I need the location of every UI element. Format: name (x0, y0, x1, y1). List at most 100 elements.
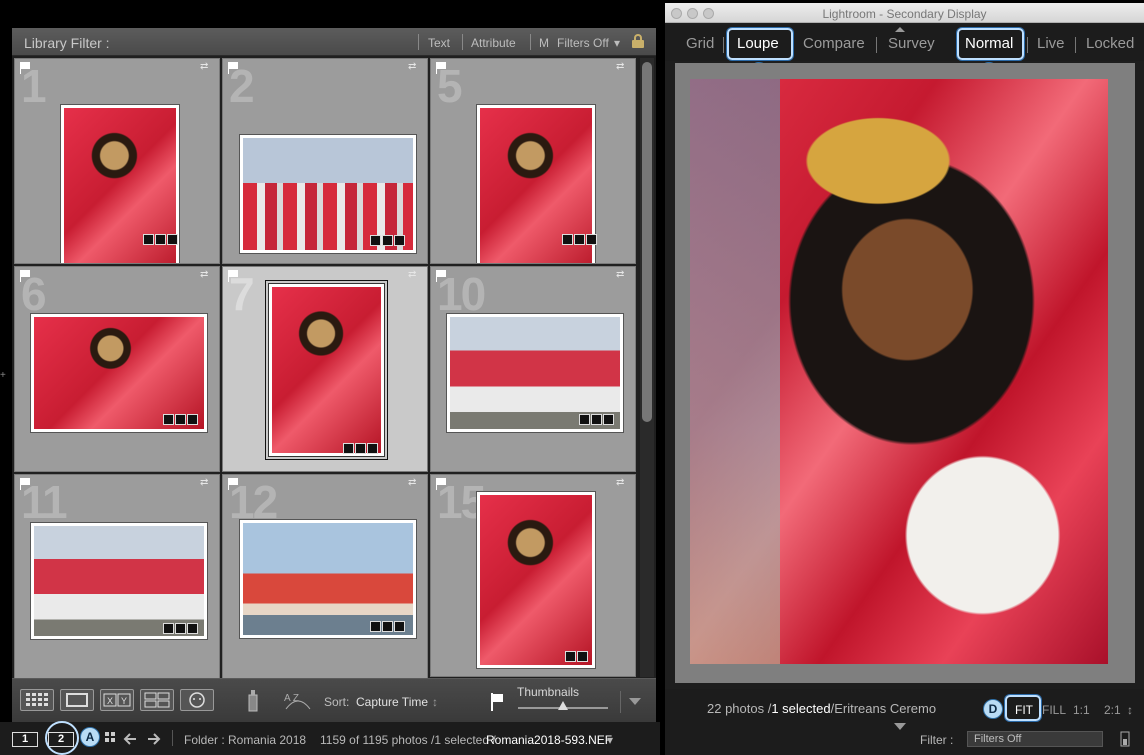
collection-badge-icon (175, 414, 186, 425)
filter-select[interactable]: Filters Off (967, 731, 1103, 747)
selected-count: 1 selected (771, 701, 831, 716)
flag-icon[interactable] (20, 478, 30, 490)
rotate-icon[interactable]: ⇄ (616, 478, 630, 488)
loupe-view-button[interactable] (60, 689, 94, 711)
rotate-icon[interactable]: ⇄ (200, 478, 214, 488)
rotate-icon[interactable]: ⇄ (616, 62, 630, 72)
loupe-view (675, 63, 1135, 683)
thumbnail-image[interactable] (477, 492, 595, 668)
flag-icon[interactable] (436, 62, 446, 74)
flag-icon[interactable] (228, 270, 238, 282)
scrollbar-thumb[interactable] (642, 62, 652, 422)
folder-source[interactable]: Folder : Romania 2018 (184, 733, 306, 747)
collection-badge-icon (574, 234, 585, 245)
rotate-icon[interactable]: ⇄ (408, 270, 422, 280)
photo-count-text: 22 photos / (707, 701, 772, 716)
zoom-ratio-caret-icon[interactable]: ↕ (1127, 703, 1133, 717)
photo-count-info: 22 photos /1 selected/Eritreans Ceremo (707, 701, 936, 716)
edited-badge-icon (577, 651, 588, 662)
collection-badge-icon (565, 651, 576, 662)
current-file-name[interactable]: Romania2018-593.NEF (486, 733, 612, 747)
zoom-fill[interactable]: FILL (1042, 703, 1066, 717)
grid-cell[interactable]: 15 ⇄ (430, 474, 636, 677)
grid-cell[interactable]: 6 ⇄ (14, 266, 220, 472)
people-view-button[interactable] (180, 689, 214, 711)
window-title: Lightroom - Secondary Display (822, 7, 987, 21)
thumbnail-badges (370, 235, 405, 246)
filter-attribute-button[interactable]: Attribute (471, 36, 516, 50)
loupe-view-icon (66, 693, 88, 707)
thumbnail-badges (565, 651, 588, 662)
filter-text-button[interactable]: Text (428, 36, 450, 50)
thumbnail-badges (343, 443, 378, 454)
grid-cell[interactable]: 1 ⇄ (14, 58, 220, 264)
grid-cell[interactable]: 10 ⇄ (430, 266, 636, 472)
flag-icon[interactable] (228, 478, 238, 490)
panel-edge-icon[interactable]: + (0, 370, 6, 381)
sort-select[interactable]: Capture Time (356, 695, 428, 709)
mode-compare[interactable]: Compare (803, 35, 865, 52)
secondary-status-bar: 22 photos /1 selected/Eritreans Ceremo D… (665, 689, 1144, 755)
flag-icon[interactable] (436, 270, 446, 282)
mode-survey[interactable]: Survey (888, 35, 935, 52)
grid-cell[interactable]: 5 ⇄ (430, 58, 636, 264)
sort-caret-icon[interactable]: ↕ (432, 695, 438, 709)
back-arrow-icon[interactable] (122, 731, 138, 747)
grid-cell[interactable]: 12 ⇄ (222, 474, 428, 680)
rotate-icon[interactable]: ⇄ (616, 270, 630, 280)
edited-badge-icon (603, 414, 614, 425)
compare-view-button[interactable]: XY (100, 689, 134, 711)
lock-icon[interactable] (632, 34, 644, 48)
painter-spray-icon[interactable] (244, 687, 262, 715)
grid-cell[interactable]: 2 ⇄ (222, 58, 428, 264)
primary-monitor-button[interactable]: 1 (12, 732, 38, 747)
mode-grid[interactable]: Grid (686, 35, 714, 52)
file-menu-caret-icon[interactable]: ▾ (607, 733, 613, 747)
divider (172, 730, 173, 746)
screen: Library Filter : Text Attribute M Filter… (0, 0, 1144, 755)
flag-icon[interactable] (228, 62, 238, 74)
filter-metadata-button[interactable]: M (539, 36, 549, 50)
grid-scrollbar[interactable] (640, 58, 654, 677)
forward-arrow-icon[interactable] (146, 731, 162, 747)
grid-cell[interactable]: 11 ⇄ (14, 474, 220, 680)
loupe-mode-locked[interactable]: Locked (1086, 35, 1134, 52)
grid-dots-icon[interactable] (104, 731, 116, 747)
thumbnail-image[interactable] (31, 523, 207, 639)
flag-icon[interactable] (20, 270, 30, 282)
flag-icon[interactable] (20, 62, 30, 74)
sort-direction-icon[interactable]: A Z (282, 689, 316, 715)
filmstrip-toggle-chevron-icon[interactable] (894, 723, 906, 730)
edited-badge-icon (394, 235, 405, 246)
thumbnail-grid: 1 ⇄ 2 ⇄ 5 ⇄ 6 ⇄ 7 ⇄ 10 ⇄ 11 ⇄ 12 ⇄ 15 ⇄ (14, 58, 638, 680)
collection-badge-icon (355, 443, 366, 454)
rotate-icon[interactable]: ⇄ (200, 270, 214, 280)
secondary-display-window: Lightroom - Secondary Display Grid Loupe… (665, 3, 1144, 755)
rotate-icon[interactable]: ⇄ (200, 62, 214, 72)
toolbar-menu-chevron-icon[interactable] (629, 698, 641, 705)
survey-view-icon (144, 692, 170, 708)
survey-view-button[interactable] (140, 689, 174, 711)
filter-lock-icon[interactable] (1120, 731, 1130, 747)
collection-badge-icon (382, 235, 393, 246)
flag-filter-icon[interactable] (490, 693, 504, 711)
filter-preset-caret-icon[interactable]: ▾ (614, 36, 620, 50)
callout-ring (45, 721, 79, 755)
thumbnail-size-slider-knob[interactable] (558, 701, 568, 710)
flag-icon[interactable] (436, 478, 446, 490)
zoom-2-1[interactable]: 2:1 (1104, 703, 1121, 717)
edited-badge-icon (586, 234, 597, 245)
grid-view-button[interactable] (20, 689, 54, 711)
edited-badge-icon (394, 621, 405, 632)
grid-cell-selected[interactable]: 7 ⇄ (222, 266, 428, 472)
filter-preset-select[interactable]: Filters Off (557, 36, 609, 50)
divider (530, 34, 531, 50)
edited-badge-icon (167, 234, 178, 245)
thumbnail-image[interactable] (269, 284, 384, 456)
zoom-1-1[interactable]: 1:1 (1073, 703, 1090, 717)
loupe-mode-live[interactable]: Live (1037, 35, 1065, 52)
edited-badge-icon (187, 414, 198, 425)
rotate-icon[interactable]: ⇄ (408, 62, 422, 72)
loupe-image[interactable] (690, 79, 1108, 664)
rotate-icon[interactable]: ⇄ (408, 478, 422, 488)
